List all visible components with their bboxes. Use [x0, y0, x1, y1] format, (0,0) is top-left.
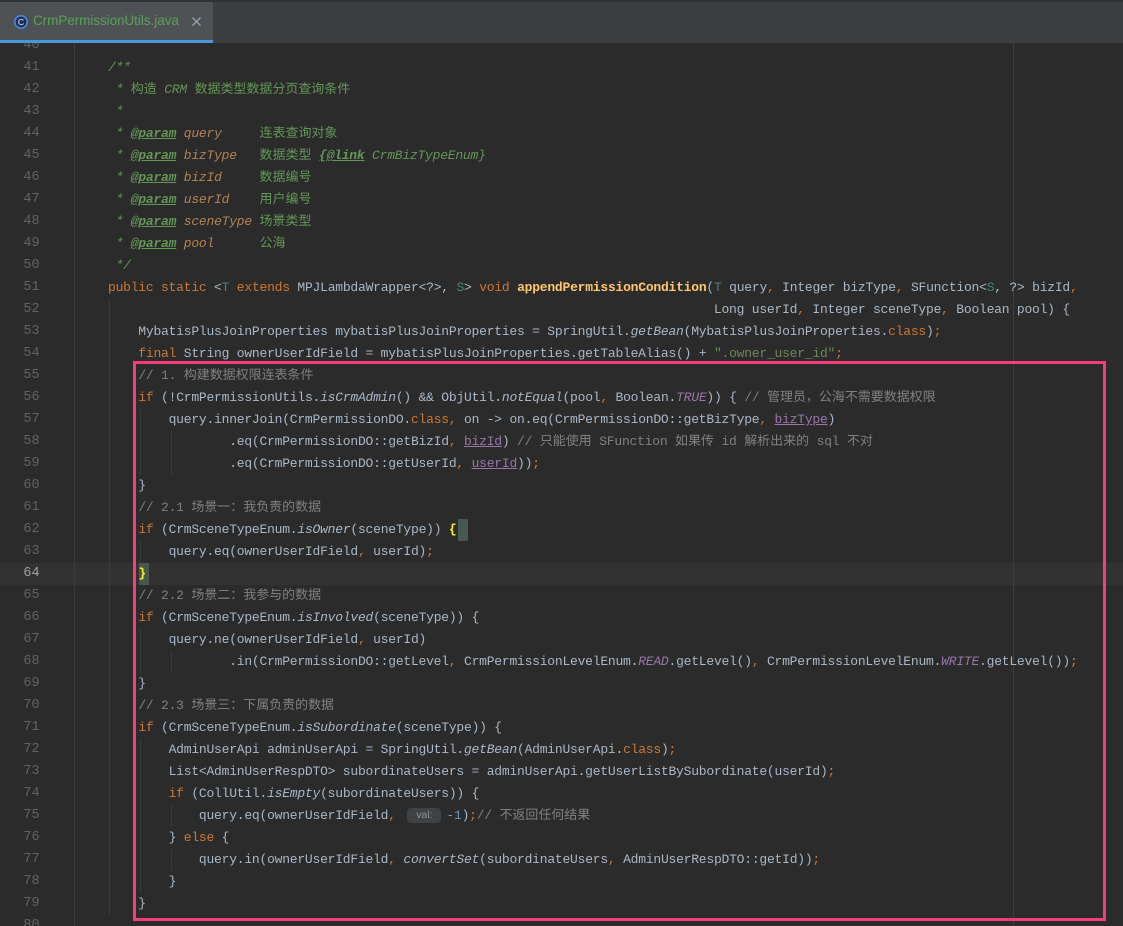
- svg-text:C: C: [17, 17, 24, 27]
